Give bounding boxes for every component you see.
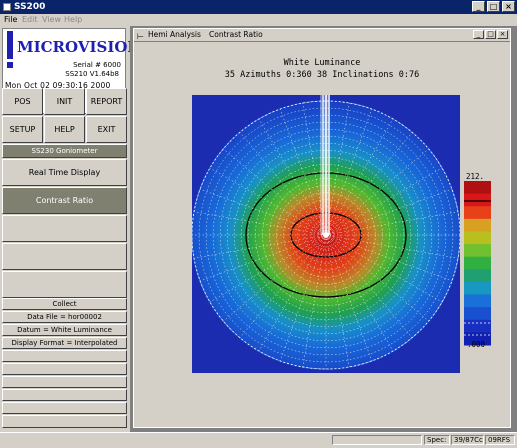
color-scale-band [464, 181, 491, 195]
empty-button-3[interactable] [2, 271, 127, 298]
color-scale-band [464, 206, 491, 220]
exit-button[interactable]: EXIT [86, 116, 127, 143]
child-window-name: Hemi Analysis [148, 30, 201, 39]
menu-edit[interactable]: Edit [22, 14, 38, 26]
setup-button[interactable]: SETUP [2, 116, 43, 143]
color-scale-band [464, 244, 491, 258]
empty-slot-2[interactable] [2, 363, 127, 375]
child-title-bar: ⊢ Hemi Analysis Contrast Ratio _ □ × [134, 29, 510, 42]
serial-number: Serial # 6000 [73, 61, 121, 69]
maximize-button[interactable]: □ [487, 1, 500, 12]
chart-title: White Luminance [283, 58, 361, 68]
empty-slot-1[interactable] [2, 350, 127, 362]
menu-help[interactable]: Help [64, 14, 82, 26]
empty-button-1[interactable] [2, 215, 127, 242]
child-close-button[interactable]: × [497, 30, 508, 39]
polar-contour-plot [192, 95, 460, 373]
empty-slot-4[interactable] [2, 389, 127, 401]
color-scale-bands [464, 181, 491, 346]
color-scale-band [464, 218, 491, 232]
menu-bar: File Edit View Help [0, 14, 517, 26]
menu-file[interactable]: File [4, 14, 17, 26]
data-file-field[interactable]: Data File = hor00002 [2, 311, 127, 323]
color-scale-band [464, 294, 491, 308]
goniometer-label: SS230 Goniometer [2, 144, 127, 158]
workspace: ⊢ Hemi Analysis Contrast Ratio _ □ × Whi… [130, 26, 517, 432]
init-button[interactable]: INIT [44, 88, 85, 115]
color-scale-band [464, 281, 491, 296]
hemi-analysis-window: ⊢ Hemi Analysis Contrast Ratio _ □ × Whi… [133, 28, 511, 428]
version-label: SS210 V1.64b8 [65, 70, 119, 78]
empty-button-2[interactable] [2, 243, 127, 270]
logo-square-icon [7, 62, 13, 68]
main-window: SS200 _ □ × File Edit View Help MICROVIS… [0, 0, 517, 448]
control-panel: MICROVISION Serial # 6000 SS210 V1.64b8 … [0, 26, 141, 436]
scale-max-label: 212. [466, 172, 485, 181]
status-empty-field [332, 435, 422, 445]
scale-min-label: .000 [467, 340, 486, 349]
real-time-display-button[interactable]: Real Time Display [2, 159, 127, 186]
color-scale-band [464, 193, 491, 207]
child-maximize-button[interactable]: □ [485, 30, 496, 39]
app-icon [3, 3, 11, 11]
datum-field[interactable]: Datum = White Luminance [2, 324, 127, 336]
status-spec-label: Spec: [424, 435, 450, 445]
pos-button[interactable]: POS [2, 88, 43, 115]
color-scale-band [464, 319, 491, 333]
center-beam [320, 95, 330, 238]
title-bar: SS200 _ □ × [0, 0, 517, 14]
empty-slot-6[interactable] [2, 415, 127, 428]
status-value-1: 39/87Cc [451, 435, 484, 445]
child-minimize-button[interactable]: _ [473, 30, 484, 39]
logo-bar-icon [7, 31, 13, 59]
menu-view[interactable]: View [42, 14, 61, 26]
color-scale-band [464, 256, 491, 270]
collect-button[interactable]: Collect [2, 298, 127, 310]
color-scale-band [464, 307, 491, 321]
empty-slot-3[interactable] [2, 376, 127, 388]
close-button[interactable]: × [502, 1, 515, 12]
color-scale [464, 181, 491, 346]
report-button[interactable]: REPORT [86, 88, 127, 115]
status-bar: Spec: 39/87Cc 09RFS [0, 432, 517, 448]
display-format-field[interactable]: Display Format = Interpolated [2, 337, 127, 349]
empty-slot-5[interactable] [2, 402, 127, 414]
window-icon: ⊢ [137, 32, 144, 41]
help-button[interactable]: HELP [44, 116, 85, 143]
child-window-subtitle: Contrast Ratio [209, 30, 263, 39]
color-scale-band [464, 231, 491, 245]
status-value-2: 09RFS [485, 435, 515, 445]
brand-name: MICROVISION [17, 38, 142, 56]
minimize-button[interactable]: _ [472, 1, 485, 12]
contrast-ratio-button[interactable]: Contrast Ratio [2, 187, 127, 214]
chart-subtitle: 35 Azimuths 0:360 38 Inclinations 0:76 [224, 70, 420, 80]
color-scale-band [464, 269, 491, 283]
window-title: SS200 [14, 2, 46, 12]
